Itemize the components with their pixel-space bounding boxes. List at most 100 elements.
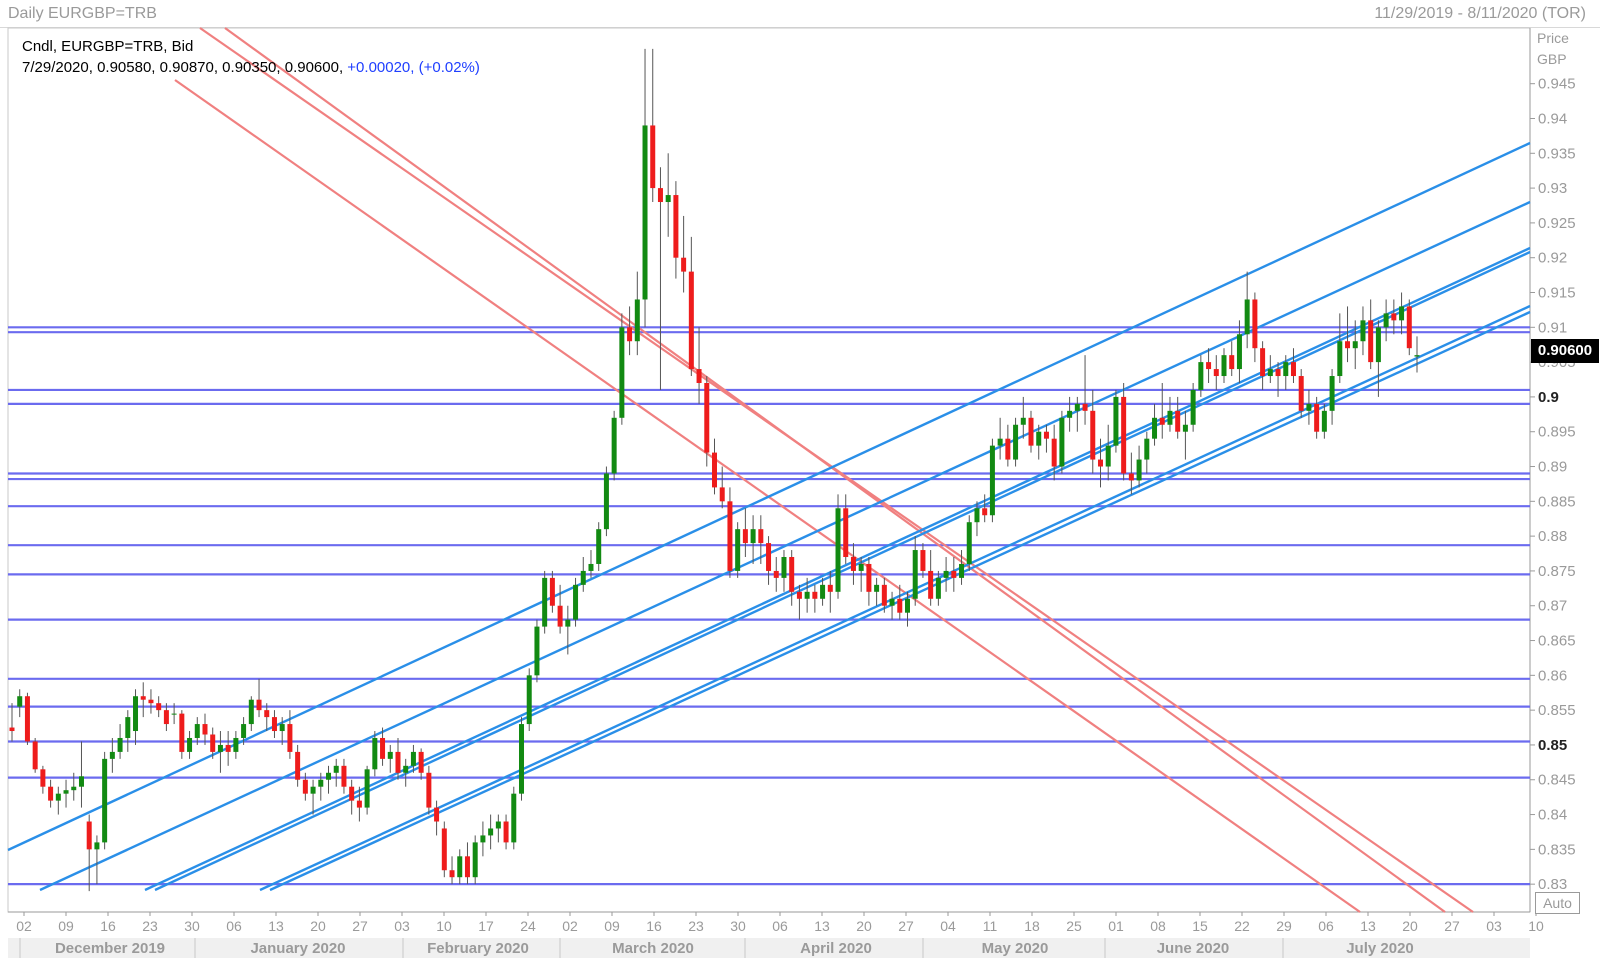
x-tick-label: 08 <box>1150 918 1166 934</box>
auto-scale-button[interactable]: Auto <box>1535 892 1580 914</box>
candle-body <box>874 584 880 592</box>
candle-body <box>565 619 571 627</box>
y-tick-label: 0.93 <box>1538 180 1567 197</box>
chart-window: Daily EURGBP=TRB 11/29/2019 - 8/11/2020 … <box>0 0 1600 958</box>
candle-body <box>989 445 995 516</box>
candle-body <box>32 741 38 770</box>
y-tick-label: 0.865 <box>1538 633 1576 650</box>
candle-body <box>665 195 671 203</box>
candle-body <box>727 501 733 571</box>
candle-body <box>1175 410 1181 432</box>
candle-body <box>1105 445 1111 467</box>
candle-body <box>318 779 324 787</box>
candle-body <box>835 508 841 592</box>
candle-body <box>889 598 895 606</box>
candle-body <box>928 570 934 599</box>
candle-body <box>719 487 725 502</box>
candle-body <box>248 699 254 725</box>
candle-body <box>596 529 602 564</box>
x-tick-label: 13 <box>814 918 830 934</box>
candle-body <box>1399 306 1405 321</box>
price-axis-header: Price GBP <box>1537 28 1569 70</box>
candle-body <box>372 737 378 770</box>
candle-body <box>781 557 787 578</box>
candle-body <box>395 751 401 773</box>
candle-body <box>503 821 509 843</box>
x-tick-label: 30 <box>730 918 746 934</box>
candle-body <box>271 717 277 732</box>
x-tick-label: 10 <box>1528 918 1544 934</box>
candle-body <box>1036 431 1042 446</box>
candle-body <box>9 727 15 732</box>
candle-body <box>94 842 100 850</box>
candle-body <box>1043 431 1049 439</box>
candle-body <box>171 713 177 715</box>
candle-body <box>1113 396 1119 446</box>
x-tick-label: 18 <box>1024 918 1040 934</box>
candle-body <box>410 751 416 766</box>
candle-body <box>1236 334 1242 370</box>
candle-body <box>1020 417 1026 425</box>
candle-body <box>441 828 447 871</box>
candle-body <box>897 598 903 613</box>
x-tick-label: 27 <box>898 918 914 934</box>
legend-info: Cndl, EURGBP=TRB, Bid 7/29/2020, 0.90580… <box>22 36 480 78</box>
x-tick-label: 11 <box>983 918 998 934</box>
candle-body <box>1074 403 1080 411</box>
candle-body <box>943 570 949 578</box>
plot-area <box>7 27 1531 913</box>
candle-body <box>904 598 910 613</box>
candle-body <box>549 577 555 606</box>
x-tick-label: 15 <box>1192 918 1208 934</box>
candle-body <box>333 765 339 773</box>
month-label: May 2020 <box>982 940 1049 957</box>
x-tick-label: 25 <box>1066 918 1082 934</box>
candle-body <box>256 699 262 711</box>
candle-body <box>480 835 486 843</box>
x-tick-label: 03 <box>394 918 410 934</box>
month-label: July 2020 <box>1346 940 1414 957</box>
candle-body <box>341 765 347 787</box>
candle-body <box>982 508 988 516</box>
candle-body <box>542 577 548 627</box>
candle-body <box>827 584 833 592</box>
candle-body <box>1229 355 1235 370</box>
candle-body <box>712 452 717 488</box>
candle-body <box>627 327 633 342</box>
y-tick-label: 0.91 <box>1538 319 1567 336</box>
candle-body <box>974 508 980 523</box>
candle-body <box>418 751 424 773</box>
x-tick-label: 04 <box>940 918 956 934</box>
y-tick-label: 0.885 <box>1538 493 1576 510</box>
candle-body <box>1244 299 1250 335</box>
candle-body <box>63 790 69 794</box>
candle-body <box>696 369 702 383</box>
candle-body <box>1128 473 1134 481</box>
candle-body <box>495 821 501 829</box>
candle-body <box>279 724 285 732</box>
candle-body <box>511 793 517 843</box>
current-price-badge: 0.90600 <box>1531 339 1599 363</box>
candle-body <box>1329 376 1335 411</box>
x-tick-label: 20 <box>310 918 326 934</box>
x-tick-label: 27 <box>352 918 368 934</box>
x-tick-label: 23 <box>142 918 158 934</box>
x-tick-label: 13 <box>268 918 284 934</box>
currency-label: GBP <box>1537 51 1567 67</box>
x-tick-label: 23 <box>688 918 704 934</box>
candle-body <box>858 563 864 571</box>
candle-body <box>1136 459 1142 481</box>
x-tick-label: 03 <box>1486 918 1502 934</box>
x-tick-label: 06 <box>1318 918 1334 934</box>
candle-body <box>140 696 146 700</box>
price-chart[interactable]: 0.83 0.835 0.84 0.845 0.85 0.855 0.86 0.865 0.87… <box>0 0 1600 958</box>
candle-body <box>1121 396 1127 474</box>
candle-body <box>24 696 30 742</box>
y-tick-label: 0.835 <box>1538 841 1576 858</box>
candle-body <box>1182 424 1188 432</box>
candle-body <box>109 751 115 759</box>
candle-body <box>1345 341 1351 349</box>
candle-body <box>326 772 332 780</box>
x-tick-label: 20 <box>1402 918 1418 934</box>
candle-body <box>488 828 494 836</box>
